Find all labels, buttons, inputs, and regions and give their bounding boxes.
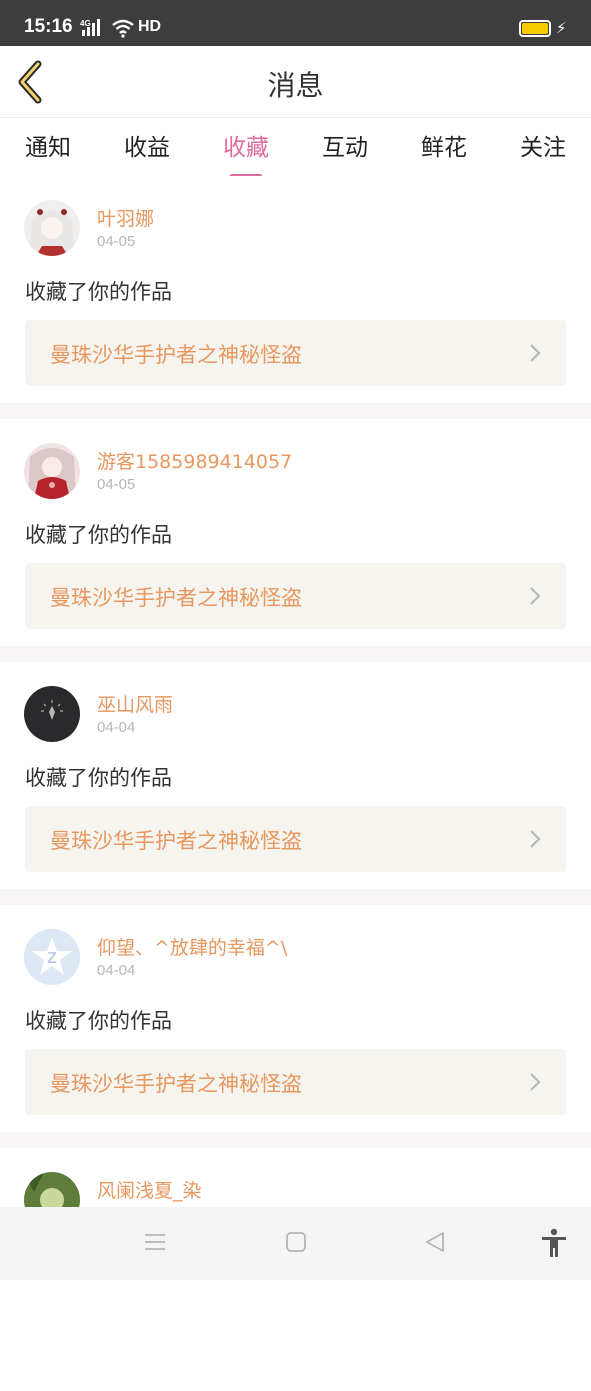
divider [0,889,591,905]
username[interactable]: 仰望、^放肆的幸福^\ [97,933,287,960]
accessibility-icon[interactable] [540,1228,568,1258]
chevron-right-icon [530,344,541,362]
avatar[interactable]: Z [24,929,80,985]
tab-favorites[interactable]: 收藏 [206,128,286,178]
work-link[interactable]: 曼珠沙华手护者之神秘怪盗 [25,563,566,629]
svg-text:Z: Z [47,950,57,967]
list-item: 叶羽娜 04-05 收藏了你的作品 曼珠沙华手护者之神秘怪盗 [0,176,591,419]
work-link[interactable]: 曼珠沙华手护者之神秘怪盗 [25,320,566,386]
work-title: 曼珠沙华手护者之神秘怪盗 [50,343,302,367]
divider [0,403,591,419]
status-time: 15:16 [24,16,73,37]
status-bar: 15:16 4G HD ⚡ [0,0,591,46]
tab-flowers[interactable]: 鲜花 [404,128,484,162]
work-link[interactable]: 曼珠沙华手护者之神秘怪盗 [25,1049,566,1115]
tab-notify[interactable]: 通知 [8,128,88,162]
message-date: 04-05 [97,476,136,493]
tab-interaction[interactable]: 互动 [305,128,385,162]
wifi-icon [112,19,134,38]
message-date: 04-04 [97,719,136,736]
message-date: 04-05 [97,233,136,250]
action-text: 收藏了你的作品 [25,523,172,547]
system-nav-bar [0,1207,591,1280]
page-title: 消息 [267,69,324,102]
list-item: 游客1585989414057 04-05 收藏了你的作品 曼珠沙华手护者之神秘… [0,419,591,662]
work-title: 曼珠沙华手护者之神秘怪盗 [50,586,302,610]
home-square-icon[interactable] [284,1230,308,1254]
svg-text:4G: 4G [80,19,91,28]
action-text: 收藏了你的作品 [25,766,172,790]
work-title: 曼珠沙华手护者之神秘怪盗 [50,1072,302,1096]
hd-label: HD [138,18,162,35]
header: 消息 [0,46,591,118]
username[interactable]: 巫山风雨 [97,690,173,717]
action-text: 收藏了你的作品 [25,280,172,304]
action-text: 收藏了你的作品 [25,1009,172,1033]
username[interactable]: 游客1585989414057 [97,447,292,474]
work-link[interactable]: 曼珠沙华手护者之神秘怪盗 [25,806,566,872]
battery-icon [519,20,551,37]
work-title: 曼珠沙华手护者之神秘怪盗 [50,829,302,853]
signal-icon: 4G [80,19,100,36]
divider [0,646,591,662]
tab-earnings[interactable]: 收益 [107,128,187,162]
tab-follow[interactable]: 关注 [503,128,583,162]
chevron-right-icon [530,587,541,605]
avatar[interactable] [24,686,80,742]
tab-bar: 通知 收益 收藏 互动 鲜花 关注 [0,118,591,178]
chevron-right-icon [530,1073,541,1091]
username[interactable]: 风阑浅夏_染 [97,1176,202,1203]
divider [0,1132,591,1148]
back-triangle-icon[interactable] [423,1230,447,1254]
menu-icon[interactable] [143,1230,167,1254]
avatar[interactable] [24,200,80,256]
username[interactable]: 叶羽娜 [97,204,154,231]
chevron-right-icon [530,830,541,848]
message-date: 04-04 [97,962,136,979]
list-item: 巫山风雨 04-04 收藏了你的作品 曼珠沙华手护者之神秘怪盗 [0,662,591,905]
list-item: Z 仰望、^放肆的幸福^\ 04-04 收藏了你的作品 曼珠沙华手护者之神秘怪盗 [0,905,591,1148]
charging-icon: ⚡ [556,19,567,37]
avatar[interactable] [24,443,80,499]
